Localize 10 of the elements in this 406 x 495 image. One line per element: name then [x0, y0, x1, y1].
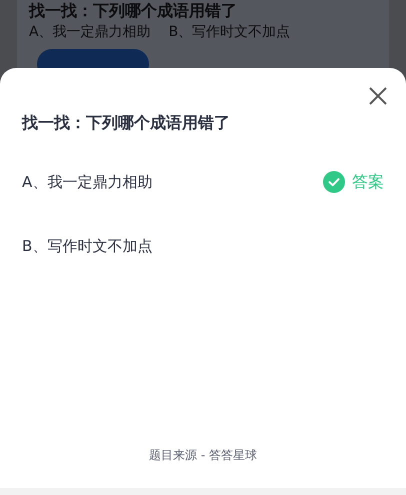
close-icon[interactable] — [368, 86, 388, 106]
check-icon — [323, 171, 345, 193]
source-text: 题目来源 - 答答星球 — [148, 447, 258, 464]
option-text: B、写作时文不加点 — [168, 23, 290, 41]
answer-label: 答案 — [352, 172, 384, 192]
option-text: A、我一定鼎力相助 — [22, 172, 152, 192]
question-title: 找一找：下列哪个成语用错了 — [29, 1, 238, 21]
option-text: B、写作时文不加点 — [22, 236, 152, 256]
question-title: 找一找：下列哪个成语用错了 — [22, 113, 231, 134]
option-text: A、我一定鼎力相助 — [29, 23, 151, 41]
